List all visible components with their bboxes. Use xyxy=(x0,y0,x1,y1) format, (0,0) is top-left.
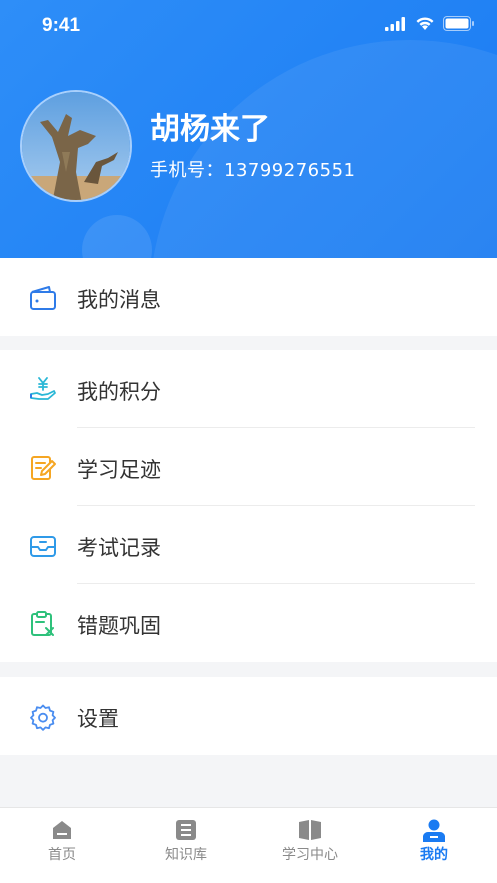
tab-learning-center[interactable]: 学习中心 xyxy=(248,808,372,883)
tab-label: 首页 xyxy=(48,847,76,863)
menu-item-study-history[interactable]: 学习足迹 xyxy=(0,428,497,506)
gear-icon xyxy=(29,703,57,731)
header-decoration-circle xyxy=(150,40,497,258)
menu-item-label: 设置 xyxy=(77,707,119,731)
tab-label: 我的 xyxy=(420,847,448,863)
menu-item-messages[interactable]: 我的消息 xyxy=(0,258,497,336)
user-icon xyxy=(422,818,446,842)
menu-item-label: 考试记录 xyxy=(77,536,161,560)
tray-icon xyxy=(29,532,57,560)
menu-item-wrong-questions[interactable]: 错题巩固 xyxy=(0,584,497,662)
menu-item-label: 错题巩固 xyxy=(77,614,161,638)
menu-item-points[interactable]: 我的积分 xyxy=(0,350,497,428)
battery-icon xyxy=(443,16,475,35)
home-icon xyxy=(50,818,74,842)
document-icon xyxy=(174,818,198,842)
wifi-icon xyxy=(415,16,435,35)
menu-group-learning: 我的积分 学习足迹 考试记录 错题巩固 xyxy=(0,350,497,662)
tab-bar: 首页 知识库 学习中心 我的 xyxy=(0,807,497,883)
tab-label: 知识库 xyxy=(165,847,207,863)
menu-group-messages: 我的消息 xyxy=(0,258,497,336)
menu-group-settings: 设置 xyxy=(0,677,497,755)
tab-label: 学习中心 xyxy=(282,847,338,863)
tab-home[interactable]: 首页 xyxy=(0,808,124,883)
menu-item-settings[interactable]: 设置 xyxy=(0,677,497,755)
status-bar: 9:41 xyxy=(0,0,497,52)
profile-header: 9:41 胡杨来了 手机号：13799276551 xyxy=(0,0,497,258)
signal-icon xyxy=(385,16,407,35)
tab-mine[interactable]: 我的 xyxy=(372,808,496,883)
header-decoration-bubble xyxy=(82,215,152,258)
wallet-icon xyxy=(29,284,57,312)
menu-item-label: 我的积分 xyxy=(77,380,161,404)
user-phone: 手机号：13799276551 xyxy=(150,160,356,181)
status-time: 9:41 xyxy=(42,15,81,36)
book-icon xyxy=(298,818,322,842)
yen-hand-icon xyxy=(29,376,57,404)
menu-item-label: 我的消息 xyxy=(77,288,161,312)
tab-knowledge[interactable]: 知识库 xyxy=(124,808,248,883)
menu-item-label: 学习足迹 xyxy=(77,458,161,482)
user-name: 胡杨来了 xyxy=(150,112,270,147)
notebook-pen-icon xyxy=(29,454,57,482)
clipboard-x-icon xyxy=(29,610,57,638)
avatar[interactable] xyxy=(20,90,132,202)
menu-item-exam-records[interactable]: 考试记录 xyxy=(0,506,497,584)
